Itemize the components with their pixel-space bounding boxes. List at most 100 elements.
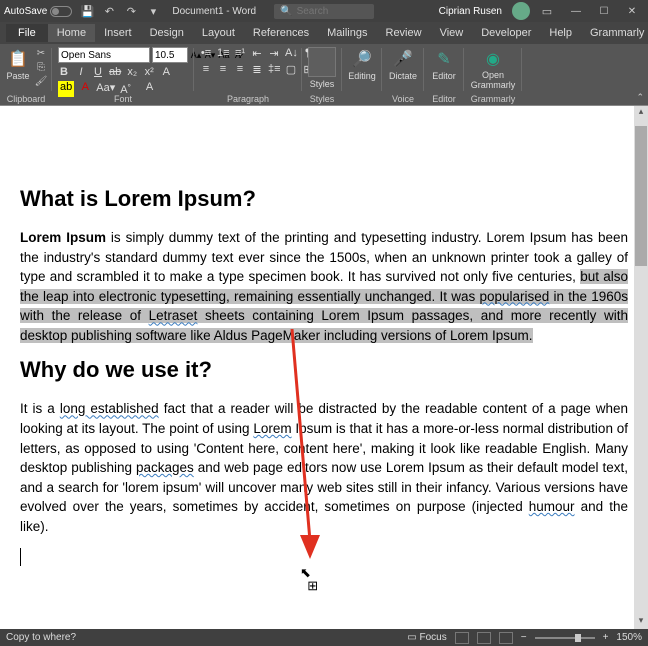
mic-icon: 🎤: [391, 47, 415, 71]
para1-letraset: Letraset: [149, 308, 198, 323]
web-layout-icon[interactable]: [499, 632, 513, 644]
tab-review[interactable]: Review: [377, 24, 431, 42]
copy-icon[interactable]: ⎘: [34, 61, 48, 73]
ribbon-tabs: File Home Insert Design Layout Reference…: [0, 22, 648, 44]
zoom-in-icon[interactable]: +: [603, 632, 609, 643]
qat-dropdown-icon[interactable]: ▾: [146, 4, 160, 18]
para1-lead: Lorem Ipsum: [20, 230, 106, 245]
document-page[interactable]: What is Lorem Ipsum? Lorem Ipsum is simp…: [0, 106, 648, 629]
subscript-button[interactable]: x₂: [126, 66, 138, 78]
grammarly-label: Open Grammarly: [470, 71, 516, 91]
paste-button[interactable]: 📋 Paste: [6, 47, 30, 81]
tab-developer[interactable]: Developer: [472, 24, 540, 42]
autosave-toggle[interactable]: AutoSave: [4, 6, 72, 17]
align-left-icon[interactable]: ≡: [200, 63, 212, 76]
p2-a: It is a: [20, 401, 60, 416]
group-label: Clipboard: [0, 94, 52, 104]
tab-home[interactable]: Home: [48, 24, 95, 42]
paragraph-2: It is a long established fact that a rea…: [20, 399, 628, 536]
search-box[interactable]: 🔍: [274, 4, 374, 19]
font-name-select[interactable]: [58, 47, 150, 63]
autosave-label: AutoSave: [4, 6, 47, 17]
read-mode-icon[interactable]: [455, 632, 469, 644]
para1-text-a: is simply dummy text of the printing and…: [20, 230, 628, 284]
zoom-level[interactable]: 150%: [616, 632, 642, 643]
tab-references[interactable]: References: [244, 24, 318, 42]
collapse-ribbon-icon[interactable]: ⌃: [636, 92, 644, 103]
italic-button[interactable]: I: [75, 66, 87, 78]
group-grammarly: ◉ Open Grammarly Grammarly: [464, 44, 522, 105]
format-painter-icon[interactable]: 🖌: [34, 75, 48, 87]
close-button[interactable]: ✕: [620, 6, 644, 17]
scroll-up-icon[interactable]: ▴: [634, 106, 648, 120]
grammarly-button[interactable]: ◉ Open Grammarly: [470, 47, 516, 91]
tab-help[interactable]: Help: [540, 24, 581, 42]
strike-button[interactable]: ab: [109, 66, 121, 78]
group-label: Styles: [302, 94, 342, 104]
vertical-scrollbar[interactable]: ▴ ▾: [634, 106, 648, 629]
shading-icon[interactable]: ▢: [285, 63, 297, 76]
paste-label: Paste: [6, 71, 29, 81]
text-cursor: [20, 548, 21, 566]
maximize-button[interactable]: ☐: [592, 6, 616, 17]
status-message: Copy to where?: [6, 632, 76, 643]
text-effects-icon[interactable]: A: [160, 66, 172, 78]
cut-icon[interactable]: ✂: [34, 47, 48, 59]
minimize-button[interactable]: —: [564, 6, 588, 17]
sort-icon[interactable]: A↓: [285, 47, 297, 60]
tab-insert[interactable]: Insert: [95, 24, 141, 42]
tab-layout[interactable]: Layout: [193, 24, 244, 42]
group-label: Editor: [424, 94, 464, 104]
tab-grammarly[interactable]: Grammarly: [581, 24, 648, 42]
dictate-label: Dictate: [389, 71, 417, 81]
scroll-down-icon[interactable]: ▾: [634, 615, 648, 629]
print-layout-icon[interactable]: [477, 632, 491, 644]
save-icon[interactable]: 💾: [80, 4, 94, 18]
styles-button[interactable]: Styles: [308, 47, 336, 89]
numbering-icon[interactable]: 1≡: [217, 47, 229, 60]
bold-button[interactable]: B: [58, 66, 70, 78]
toggle-switch[interactable]: [50, 6, 72, 17]
tab-file[interactable]: File: [6, 24, 48, 42]
paragraph-1: Lorem Ipsum is simply dummy text of the …: [20, 228, 628, 345]
dictate-button[interactable]: 🎤 Dictate: [388, 47, 418, 81]
align-center-icon[interactable]: ≡: [217, 63, 229, 76]
align-right-icon[interactable]: ≡: [234, 63, 246, 76]
titlebar: AutoSave 💾 ↶ ↷ ▾ Document1 - Word 🔍 Cipr…: [0, 0, 648, 22]
group-clipboard: 📋 Paste ✂ ⎘ 🖌 Clipboard: [0, 44, 52, 105]
scroll-thumb[interactable]: [635, 126, 647, 266]
editor-label: Editor: [432, 71, 456, 81]
tab-view[interactable]: View: [431, 24, 473, 42]
increase-indent-icon[interactable]: ⇥: [268, 47, 280, 60]
p2-hum: humour: [529, 499, 575, 514]
search-input[interactable]: [297, 6, 367, 17]
undo-icon[interactable]: ↶: [102, 4, 116, 18]
avatar[interactable]: [512, 2, 530, 20]
tab-design[interactable]: Design: [141, 24, 193, 42]
para1-popularised: popularised: [479, 289, 549, 304]
ribbon-options-icon[interactable]: ▭: [540, 4, 554, 18]
group-label: Voice: [382, 94, 424, 104]
decrease-indent-icon[interactable]: ⇤: [251, 47, 263, 60]
group-paragraph: •≡ 1≡ ≡¹ ⇤ ⇥ A↓ ¶ ≡ ≡ ≡ ≣ ‡≡ ▢ ⊞ Paragra…: [194, 44, 302, 105]
line-spacing-icon[interactable]: ‡≡: [268, 63, 280, 76]
superscript-button[interactable]: x²: [143, 66, 155, 78]
insertion-point: [20, 548, 628, 569]
styles-icon: [308, 47, 336, 77]
focus-mode-button[interactable]: ▭ Focus: [407, 632, 446, 643]
zoom-out-icon[interactable]: −: [521, 632, 527, 643]
bullets-icon[interactable]: •≡: [200, 47, 212, 60]
underline-button[interactable]: U: [92, 66, 104, 78]
redo-icon[interactable]: ↷: [124, 4, 138, 18]
focus-label: Focus: [420, 632, 447, 643]
editor-icon: ✎: [432, 47, 456, 71]
editor-button[interactable]: ✎ Editor: [430, 47, 458, 81]
editing-button[interactable]: 🔎 Editing: [348, 47, 376, 81]
tab-mailings[interactable]: Mailings: [318, 24, 376, 42]
font-size-select[interactable]: [152, 47, 188, 63]
justify-icon[interactable]: ≣: [251, 63, 263, 76]
heading-1: What is Lorem Ipsum?: [20, 186, 628, 212]
zoom-slider[interactable]: [535, 637, 595, 639]
group-label: Grammarly: [464, 94, 522, 104]
multilevel-icon[interactable]: ≡¹: [234, 47, 246, 60]
